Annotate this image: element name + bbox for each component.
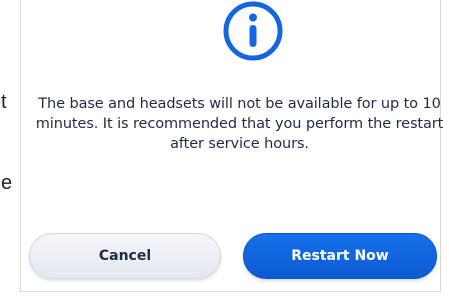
cancel-button-label: Cancel <box>98 248 152 264</box>
background-text-fragment: e <box>1 172 13 194</box>
restart-now-button[interactable]: Restart Now <box>243 233 437 279</box>
restart-dialog: The base and headsets will not be availa… <box>20 0 443 292</box>
page: t e The base and headsets will not be av… <box>0 0 449 299</box>
info-icon <box>221 0 285 63</box>
dialog-message: The base and headsets will not be availa… <box>35 96 444 152</box>
cancel-button[interactable]: Cancel <box>29 233 221 279</box>
restart-now-button-label: Restart Now <box>291 248 389 264</box>
background-text-fragment: t <box>1 91 7 113</box>
